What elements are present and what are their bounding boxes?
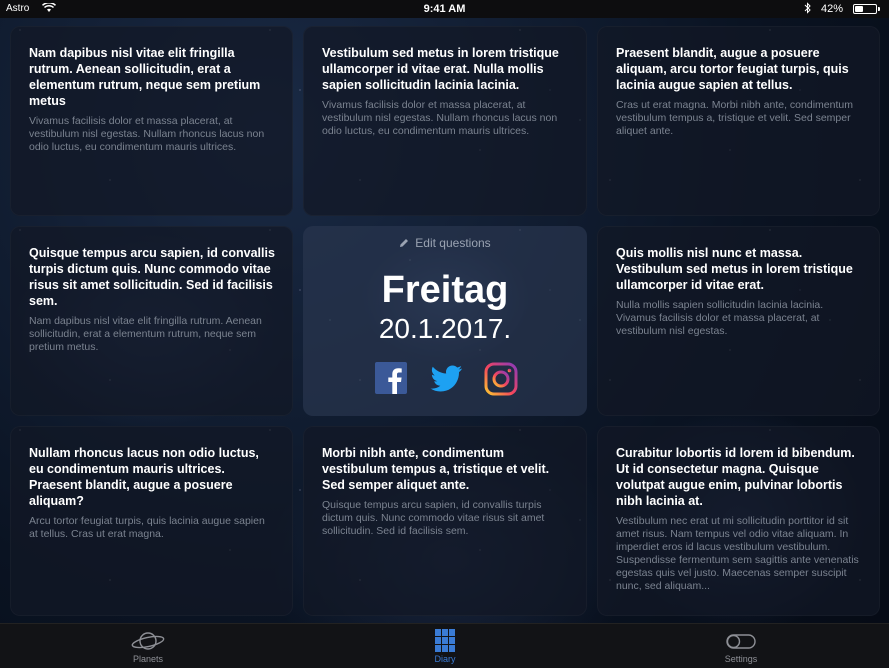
- answer-text: Nulla mollis sapien sollicitudin lacinia…: [616, 299, 824, 337]
- status-bar: Astro 9:41 AM 42%: [0, 0, 889, 18]
- battery-level: [855, 6, 863, 12]
- question-card[interactable]: Vestibulum sed metus in lorem tristique …: [303, 26, 587, 216]
- question-text: Curabitur lobortis id lorem id bibendum.…: [616, 446, 855, 508]
- twitter-icon[interactable]: [430, 362, 464, 394]
- answer-text: Nam dapibus nisl vitae elit fringilla ru…: [29, 315, 262, 353]
- question-text: Morbi nibh ante, condimentum vestibulum …: [322, 446, 550, 492]
- tab-settings[interactable]: Settings: [681, 624, 801, 668]
- grid-icon: [435, 629, 455, 652]
- battery-icon: [853, 4, 877, 14]
- answer-text: Quisque tempus arcu sapien, id convallis…: [322, 499, 545, 537]
- tab-diary[interactable]: Diary: [385, 624, 505, 668]
- date-card: Edit questions Freitag 20.1.2017.: [303, 226, 587, 416]
- answer-text: Vestibulum nec erat ut mi sollicitudin p…: [616, 515, 859, 592]
- planet-icon: [131, 632, 165, 650]
- pencil-icon: [399, 237, 409, 251]
- answer-text: Cras ut erat magna. Morbi nibh ante, con…: [616, 99, 853, 137]
- question-card[interactable]: Quis mollis nisl nunc et massa. Vestibul…: [597, 226, 880, 416]
- facebook-icon[interactable]: [375, 362, 407, 394]
- question-card[interactable]: Quisque tempus arcu sapien, id convallis…: [10, 226, 293, 416]
- question-text: Nullam rhoncus lacus non odio luctus, eu…: [29, 446, 259, 508]
- question-text: Quis mollis nisl nunc et massa. Vestibul…: [616, 246, 853, 292]
- clock: 9:41 AM: [423, 3, 466, 15]
- question-card[interactable]: Nullam rhoncus lacus non odio luctus, eu…: [10, 426, 293, 616]
- diary-grid: Nam dapibus nisl vitae elit fringilla ru…: [0, 18, 889, 623]
- answer-text: Vivamus facilisis dolor et massa placera…: [29, 115, 265, 153]
- battery-tip: [878, 7, 880, 11]
- question-card[interactable]: Morbi nibh ante, condimentum vestibulum …: [303, 426, 587, 616]
- question-card[interactable]: Curabitur lobortis id lorem id bibendum.…: [597, 426, 880, 616]
- edit-questions-label: Edit questions: [415, 236, 491, 250]
- tab-planets[interactable]: Planets: [88, 624, 208, 668]
- tab-label: Diary: [434, 654, 456, 664]
- question-text: Nam dapibus nisl vitae elit fringilla ru…: [29, 46, 261, 108]
- question-text: Quisque tempus arcu sapien, id convallis…: [29, 246, 275, 308]
- tab-label: Planets: [132, 654, 164, 664]
- tab-label: Settings: [724, 654, 758, 664]
- question-card[interactable]: Praesent blandit, augue a posuere aliqua…: [597, 26, 880, 216]
- question-card[interactable]: Nam dapibus nisl vitae elit fringilla ru…: [10, 26, 293, 216]
- date-label: 20.1.2017.: [378, 313, 512, 344]
- bluetooth-icon: [804, 2, 812, 17]
- answer-text: Vivamus facilisis dolor et massa placera…: [322, 99, 558, 137]
- toggle-icon: [726, 634, 756, 649]
- edit-questions-button[interactable]: Edit questions: [303, 236, 587, 251]
- question-text: Praesent blandit, augue a posuere aliqua…: [616, 46, 849, 92]
- battery-percent: 42%: [821, 3, 844, 15]
- instagram-icon[interactable]: [484, 362, 518, 396]
- answer-text: Arcu tortor feugiat turpis, quis lacinia…: [29, 515, 265, 540]
- weekday-label: Freitag: [381, 269, 509, 311]
- question-text: Vestibulum sed metus in lorem tristique …: [322, 46, 559, 92]
- tab-bar: Planets Diary Settings: [0, 623, 889, 668]
